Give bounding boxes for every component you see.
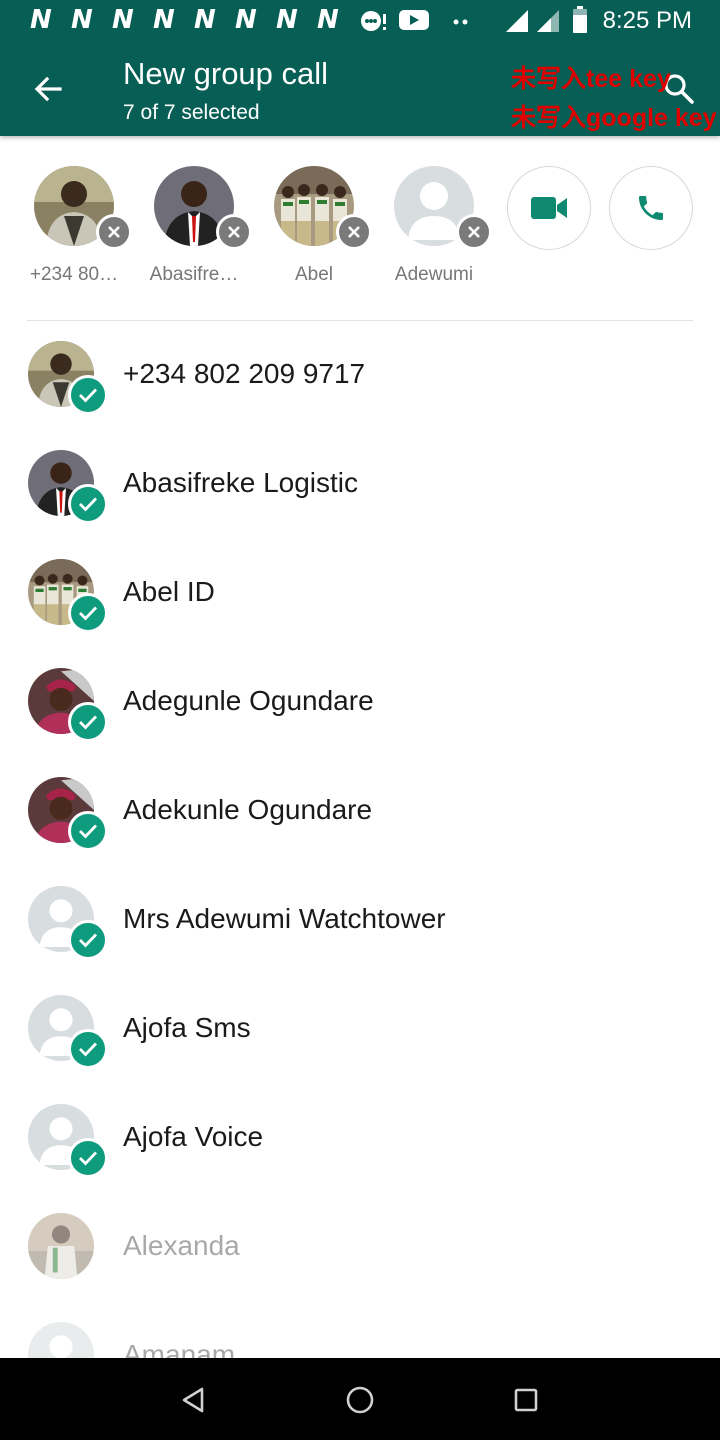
- remove-chip-button[interactable]: [456, 214, 492, 250]
- contact-name: Ajofa Voice: [123, 1121, 264, 1152]
- divider: [27, 320, 693, 321]
- more-notifications-icon: [453, 19, 468, 25]
- close-icon: [348, 226, 360, 238]
- chip-label: +234 80…: [29, 264, 119, 285]
- video-call-button[interactable]: [507, 166, 591, 250]
- selected-check: [68, 484, 108, 524]
- voice-call-button[interactable]: [609, 166, 693, 250]
- status-bar: N N N N N N N N 8:25 PM: [0, 0, 720, 41]
- back-button[interactable]: [22, 67, 74, 111]
- remove-chip-button[interactable]: [336, 214, 372, 250]
- contact-name: Mrs Adewumi Watchtower: [123, 903, 446, 934]
- notification-icon: N: [276, 5, 298, 35]
- checkmark-icon: [79, 1151, 98, 1166]
- square-recents-icon: [514, 1388, 538, 1412]
- contact-name: Adekunle Ogundare: [123, 794, 373, 825]
- close-icon: [468, 226, 480, 238]
- selected-check: [68, 593, 108, 633]
- avatar: [28, 1213, 94, 1279]
- arrow-left-icon: [34, 76, 62, 102]
- contact-row[interactable]: Adegunle Ogundare: [0, 668, 720, 777]
- debug-warning-google-key: 未写入google key: [511, 104, 717, 132]
- nav-home-button[interactable]: [336, 1376, 384, 1424]
- default-avatar: [28, 1322, 94, 1358]
- contact-name: Abasifreke Logistic: [123, 467, 359, 498]
- contact-name: Alexanda: [123, 1230, 240, 1261]
- chip-label: Abel: [294, 264, 334, 285]
- signal-icon: [506, 10, 528, 32]
- contact-name: Adegunle Ogundare: [123, 685, 374, 716]
- contact-row[interactable]: +234 802 209 9717: [0, 341, 720, 450]
- contact-row[interactable]: Amanam: [0, 1322, 720, 1358]
- checkmark-icon: [79, 1042, 98, 1057]
- notification-icon: N: [153, 5, 175, 35]
- battery-icon: [573, 6, 587, 33]
- notification-icon: N: [317, 5, 339, 35]
- notification-icon: N: [71, 5, 93, 35]
- contact-name: Amanam: [123, 1339, 236, 1358]
- app-toolbar: New group call 7 of 7 selected 未写入tee ke…: [0, 41, 720, 136]
- contact-name: +234 802 209 9717: [123, 358, 366, 389]
- contact-name: Ajofa Sms: [123, 1012, 251, 1043]
- contact-row[interactable]: Abasifreke Logistic: [0, 450, 720, 559]
- youtube-icon: [399, 10, 429, 30]
- clock: 8:25 PM: [602, 7, 692, 34]
- phone-icon: [639, 196, 663, 220]
- contact-row[interactable]: Alexanda: [0, 1213, 720, 1322]
- notification-icon: N: [235, 5, 257, 35]
- contact-name: Abel ID: [123, 576, 215, 607]
- selected-check: [68, 375, 108, 415]
- checkmark-icon: [79, 715, 98, 730]
- checkmark-icon: [79, 497, 98, 512]
- remove-chip-button[interactable]: [96, 214, 132, 250]
- triangle-back-icon: [182, 1387, 204, 1413]
- signal-icon: [537, 10, 559, 32]
- chip-label: Abasifre…: [149, 264, 239, 285]
- navigation-bar: [0, 1358, 720, 1440]
- close-icon: [228, 226, 240, 238]
- contact-row[interactable]: Ajofa Sms: [0, 995, 720, 1104]
- checkmark-icon: [79, 933, 98, 948]
- selected-check: [68, 1029, 108, 1069]
- contact-row[interactable]: Abel ID: [0, 559, 720, 668]
- nav-back-button[interactable]: [170, 1376, 218, 1424]
- sms-notification-icon: [361, 11, 386, 31]
- debug-warning-tee-key: 未写入tee key: [511, 65, 671, 93]
- selected-check: [68, 811, 108, 851]
- notification-icon: N: [30, 5, 52, 35]
- checkmark-icon: [79, 388, 98, 403]
- notification-icon: N: [194, 5, 216, 35]
- remove-chip-button[interactable]: [216, 214, 252, 250]
- video-camera-icon: [531, 197, 567, 219]
- checkmark-icon: [79, 824, 98, 839]
- page-title: New group call: [123, 56, 329, 91]
- selected-check: [68, 702, 108, 742]
- notification-icon: N: [112, 5, 134, 35]
- nav-recents-button[interactable]: [502, 1376, 550, 1424]
- contact-row[interactable]: Adekunle Ogundare: [0, 777, 720, 886]
- checkmark-icon: [79, 606, 98, 621]
- contact-row[interactable]: Ajofa Voice: [0, 1104, 720, 1213]
- selection-count: 7 of 7 selected: [123, 101, 260, 124]
- close-icon: [108, 226, 120, 238]
- chip-label: Adewumi: [394, 264, 474, 285]
- circle-home-icon: [346, 1386, 374, 1414]
- selected-check: [68, 1138, 108, 1178]
- selected-check: [68, 920, 108, 960]
- contact-row[interactable]: Mrs Adewumi Watchtower: [0, 886, 720, 995]
